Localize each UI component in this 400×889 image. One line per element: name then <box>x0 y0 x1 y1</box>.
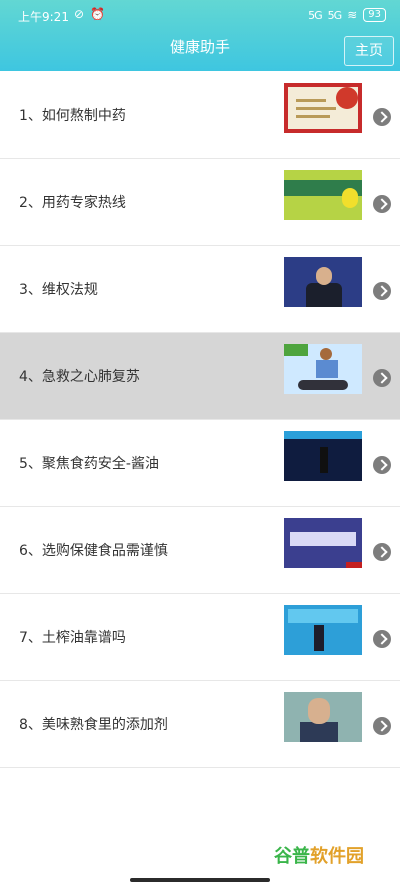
item-thumbnail <box>284 344 362 394</box>
list-item-label: 3、维权法规 <box>19 282 98 298</box>
wifi-icon: ≋ <box>347 8 358 22</box>
list-item-label: 4、急救之心肺复苏 <box>19 369 140 385</box>
list-item-label: 1、如何熬制中药 <box>19 108 126 124</box>
list-item-selected[interactable]: 4、急救之心肺复苏 <box>0 333 400 420</box>
battery-icon: 93 <box>363 8 386 22</box>
topic-list: 1、如何熬制中药 2、用药专家热线 3、维权法规 4、急救之心肺复苏 5、聚焦食… <box>0 72 400 768</box>
chevron-right-icon[interactable] <box>373 717 391 735</box>
item-thumbnail <box>284 692 362 742</box>
status-time: 上午9:21 <box>18 10 69 24</box>
watermark-text-2: 软件园 <box>310 846 364 867</box>
list-item[interactable]: 6、选购保健食品需谨慎 <box>0 507 400 594</box>
item-thumbnail <box>284 83 362 133</box>
alarm-icon: ⏰ <box>90 7 106 21</box>
chevron-right-icon[interactable] <box>373 369 391 387</box>
home-button[interactable]: 主页 <box>344 36 394 66</box>
status-bar: 上午9:21 ⊘ ⏰ 5G 5G ≋ 93 <box>0 0 400 32</box>
list-item-label: 2、用药专家热线 <box>19 195 126 211</box>
list-item-label: 5、聚焦食药安全-酱油 <box>19 456 159 472</box>
status-left-icons: ⊘ ⏰ <box>74 7 105 21</box>
list-item-label: 6、选购保健食品需谨慎 <box>19 543 168 559</box>
watermark-logo: 谷普软件园 <box>274 842 364 868</box>
list-item-label: 8、美味熟食里的添加剂 <box>19 717 168 733</box>
chevron-right-icon[interactable] <box>373 456 391 474</box>
chevron-right-icon[interactable] <box>373 630 391 648</box>
list-item[interactable]: 8、美味熟食里的添加剂 <box>0 681 400 768</box>
list-item[interactable]: 1、如何熬制中药 <box>0 72 400 159</box>
item-thumbnail <box>284 518 362 568</box>
page-title: 健康助手 <box>169 38 230 56</box>
item-thumbnail <box>284 431 362 481</box>
chevron-right-icon[interactable] <box>373 282 391 300</box>
mute-icon: ⊘ <box>74 7 85 21</box>
app-header: 上午9:21 ⊘ ⏰ 5G 5G ≋ 93 健康助手 主页 <box>0 0 400 71</box>
item-thumbnail <box>284 170 362 220</box>
item-thumbnail <box>284 605 362 655</box>
status-right-icons: 5G 5G ≋ 93 <box>308 8 386 22</box>
watermark-text-1: 谷普 <box>274 846 310 867</box>
item-thumbnail <box>284 257 362 307</box>
gesture-home-bar[interactable] <box>130 878 270 882</box>
chevron-right-icon[interactable] <box>373 195 391 213</box>
list-item[interactable]: 2、用药专家热线 <box>0 159 400 246</box>
list-item[interactable]: 5、聚焦食药安全-酱油 <box>0 420 400 507</box>
signal-icon-2: 5G <box>327 8 342 22</box>
chevron-right-icon[interactable] <box>373 108 391 126</box>
list-item[interactable]: 3、维权法规 <box>0 246 400 333</box>
signal-icon: 5G <box>308 8 322 22</box>
chevron-right-icon[interactable] <box>373 543 391 561</box>
list-item[interactable]: 7、土榨油靠谱吗 <box>0 594 400 681</box>
list-item-label: 7、土榨油靠谱吗 <box>19 630 126 646</box>
